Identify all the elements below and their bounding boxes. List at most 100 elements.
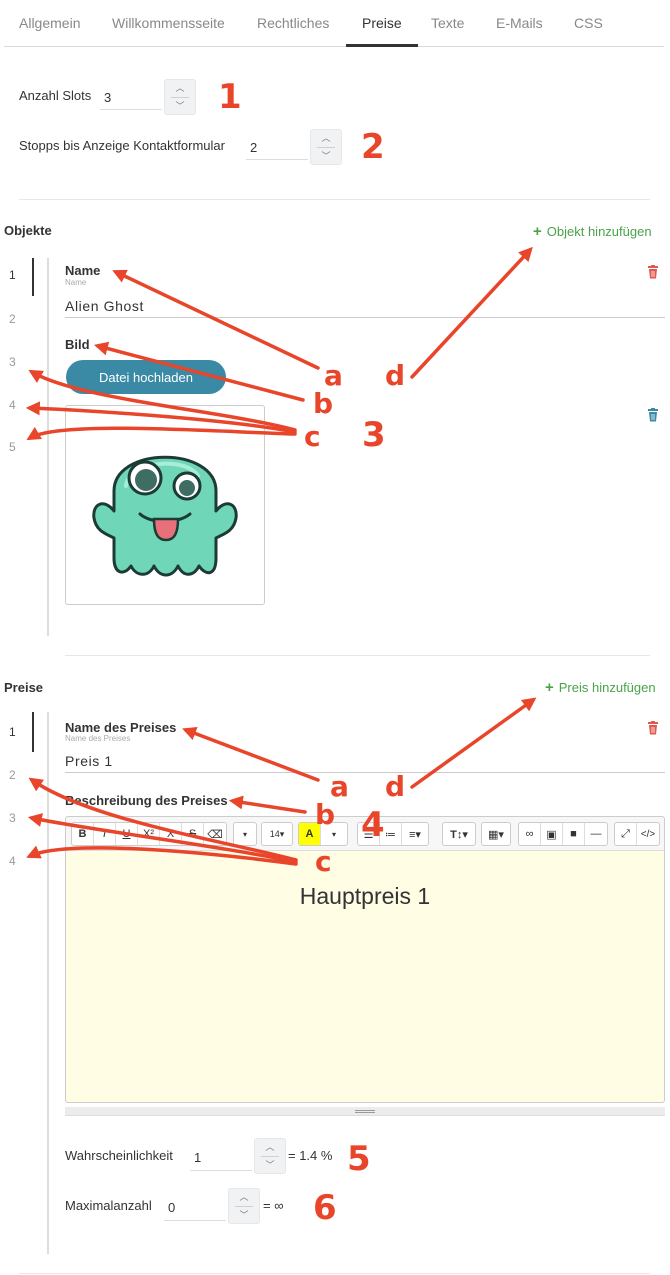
object-name-label: Name	[65, 263, 101, 278]
delete-prize-trash-icon[interactable]	[647, 721, 659, 735]
max-count-result: = ∞	[263, 1198, 284, 1213]
object-index-3[interactable]: 3	[9, 355, 16, 369]
prize-active-indicator	[32, 712, 34, 752]
tab-e-mails[interactable]: E-Mails	[496, 15, 543, 31]
annotation-number-6: 6	[313, 1188, 337, 1228]
table-icon[interactable]: ▦▾	[482, 823, 510, 845]
prize-index-1[interactable]: 1	[9, 725, 16, 739]
annotation-prize-a: a	[330, 770, 349, 803]
superscript-icon[interactable]: X²	[138, 823, 160, 845]
max-count-input[interactable]	[164, 1195, 226, 1221]
font-family-dropdown[interactable]: ▾	[234, 823, 256, 845]
max-count-label: Maximalanzahl	[65, 1198, 152, 1213]
probability-input[interactable]	[190, 1145, 252, 1171]
object-name-input[interactable]	[65, 294, 665, 318]
image-icon[interactable]: ▣	[541, 823, 563, 845]
strikethrough-icon[interactable]: S	[182, 823, 204, 845]
object-index-2[interactable]: 2	[9, 312, 16, 326]
annotation-prize-c: c	[315, 845, 332, 878]
annotation-prize-b: b	[315, 798, 336, 831]
alien-ghost-image	[92, 455, 238, 577]
slots-increment-button[interactable]: ︿	[165, 80, 195, 97]
tab-bar: Allgemein Willkommensseite Rechtliches P…	[4, 0, 664, 47]
prize-name-label: Name des Preises	[65, 720, 177, 735]
annotation-object-d: d	[385, 359, 406, 392]
stops-increment-button[interactable]: ︿	[311, 130, 341, 147]
delete-object-trash-icon[interactable]	[647, 265, 659, 279]
add-object-label: Objekt hinzufügen	[546, 224, 652, 239]
stops-stepper: ︿ ﹀	[310, 129, 342, 165]
object-index-1[interactable]: 1	[9, 268, 16, 282]
font-size-value: 14	[269, 829, 280, 839]
prizes-heading: Preise	[4, 680, 44, 695]
active-tab-indicator	[346, 44, 418, 47]
annotation-number-1: 1	[218, 77, 242, 117]
prize-index-3[interactable]: 3	[9, 811, 16, 825]
annotation-number-5: 5	[347, 1139, 371, 1179]
code-view-icon[interactable]: </>	[637, 823, 659, 845]
add-object-button[interactable]: + Objekt hinzufügen	[533, 223, 652, 240]
stops-input[interactable]	[246, 136, 308, 160]
arrow-prize-d	[410, 697, 537, 789]
slots-label: Anzahl Slots	[19, 88, 92, 103]
stops-label: Stopps bis Anzeige Kontaktformular	[19, 138, 225, 153]
probability-decrement-button[interactable]: ﹀	[255, 1157, 285, 1174]
prize-panel-border	[47, 712, 49, 1254]
add-prize-button[interactable]: + Preis hinzufügen	[545, 679, 656, 696]
prize-index-4[interactable]: 4	[9, 854, 16, 868]
max-count-increment-button[interactable]: ︿	[229, 1189, 259, 1206]
annotation-prize-d: d	[385, 770, 406, 803]
font-size-dropdown[interactable]: 14 ▾	[262, 823, 292, 845]
plus-icon: +	[545, 679, 554, 696]
annotation-object-c: c	[304, 420, 321, 453]
object-image-preview	[65, 405, 265, 605]
object-index-4[interactable]: 4	[9, 398, 16, 412]
link-icon[interactable]: ∞	[519, 823, 541, 845]
horizontal-rule-icon[interactable]: —	[585, 823, 607, 845]
divider	[19, 1273, 650, 1274]
rich-text-editor: B I U X² X S ⌫ ▾ 14▾ A ▾ ☰ ≔ ≡▾ T↕▾ ▦▾	[65, 816, 665, 1103]
tab-allgemein[interactable]: Allgemein	[19, 15, 80, 31]
slots-stepper: ︿ ﹀	[164, 79, 196, 115]
annotation-number-2: 2	[361, 127, 385, 167]
line-height-icon[interactable]: T↕▾	[443, 823, 475, 845]
prize-index-2[interactable]: 2	[9, 768, 16, 782]
paragraph-align-icon[interactable]: ≡▾	[402, 823, 428, 845]
annotation-object-b: b	[313, 387, 334, 420]
divider	[65, 655, 650, 656]
subscript-icon[interactable]: X	[160, 823, 182, 845]
delete-image-trash-icon[interactable]	[647, 408, 659, 422]
tab-preise[interactable]: Preise	[362, 15, 402, 31]
stops-decrement-button[interactable]: ﹀	[311, 148, 341, 165]
prize-description-label: Beschreibung des Preises	[65, 793, 228, 808]
editor-content[interactable]: Hauptpreis 1	[66, 851, 664, 1102]
prize-name-input[interactable]	[65, 749, 665, 773]
probability-increment-button[interactable]: ︿	[255, 1139, 285, 1156]
tab-css[interactable]: CSS	[574, 15, 603, 31]
slots-decrement-button[interactable]: ﹀	[165, 98, 195, 115]
editor-resize-handle[interactable]	[65, 1107, 665, 1116]
underline-icon[interactable]: U	[116, 823, 138, 845]
tab-willkommensseite[interactable]: Willkommensseite	[112, 15, 225, 31]
fullscreen-icon[interactable]: ⤢	[615, 823, 637, 845]
max-count-decrement-button[interactable]: ﹀	[229, 1207, 259, 1224]
upload-file-button[interactable]: Datei hochladen	[66, 360, 226, 394]
slots-input[interactable]	[100, 86, 162, 110]
object-index-5[interactable]: 5	[9, 440, 16, 454]
annotation-number-3: 3	[362, 415, 386, 455]
tab-texte[interactable]: Texte	[431, 15, 464, 31]
arrow-object-a	[112, 269, 320, 370]
object-active-indicator	[32, 258, 34, 296]
probability-stepper: ︿ ﹀	[254, 1138, 286, 1174]
video-icon[interactable]: ■	[563, 823, 585, 845]
objects-heading: Objekte	[4, 223, 52, 238]
eraser-icon[interactable]: ⌫	[204, 823, 226, 845]
tab-rechtliches[interactable]: Rechtliches	[257, 15, 329, 31]
bold-icon[interactable]: B	[72, 823, 94, 845]
annotation-number-4: 4	[361, 805, 385, 845]
annotation-object-a: a	[324, 359, 343, 392]
italic-icon[interactable]: I	[94, 823, 116, 845]
prize-name-sublabel: Name des Preises	[65, 734, 131, 743]
object-panel-border	[47, 258, 49, 636]
max-count-stepper: ︿ ﹀	[228, 1188, 260, 1224]
